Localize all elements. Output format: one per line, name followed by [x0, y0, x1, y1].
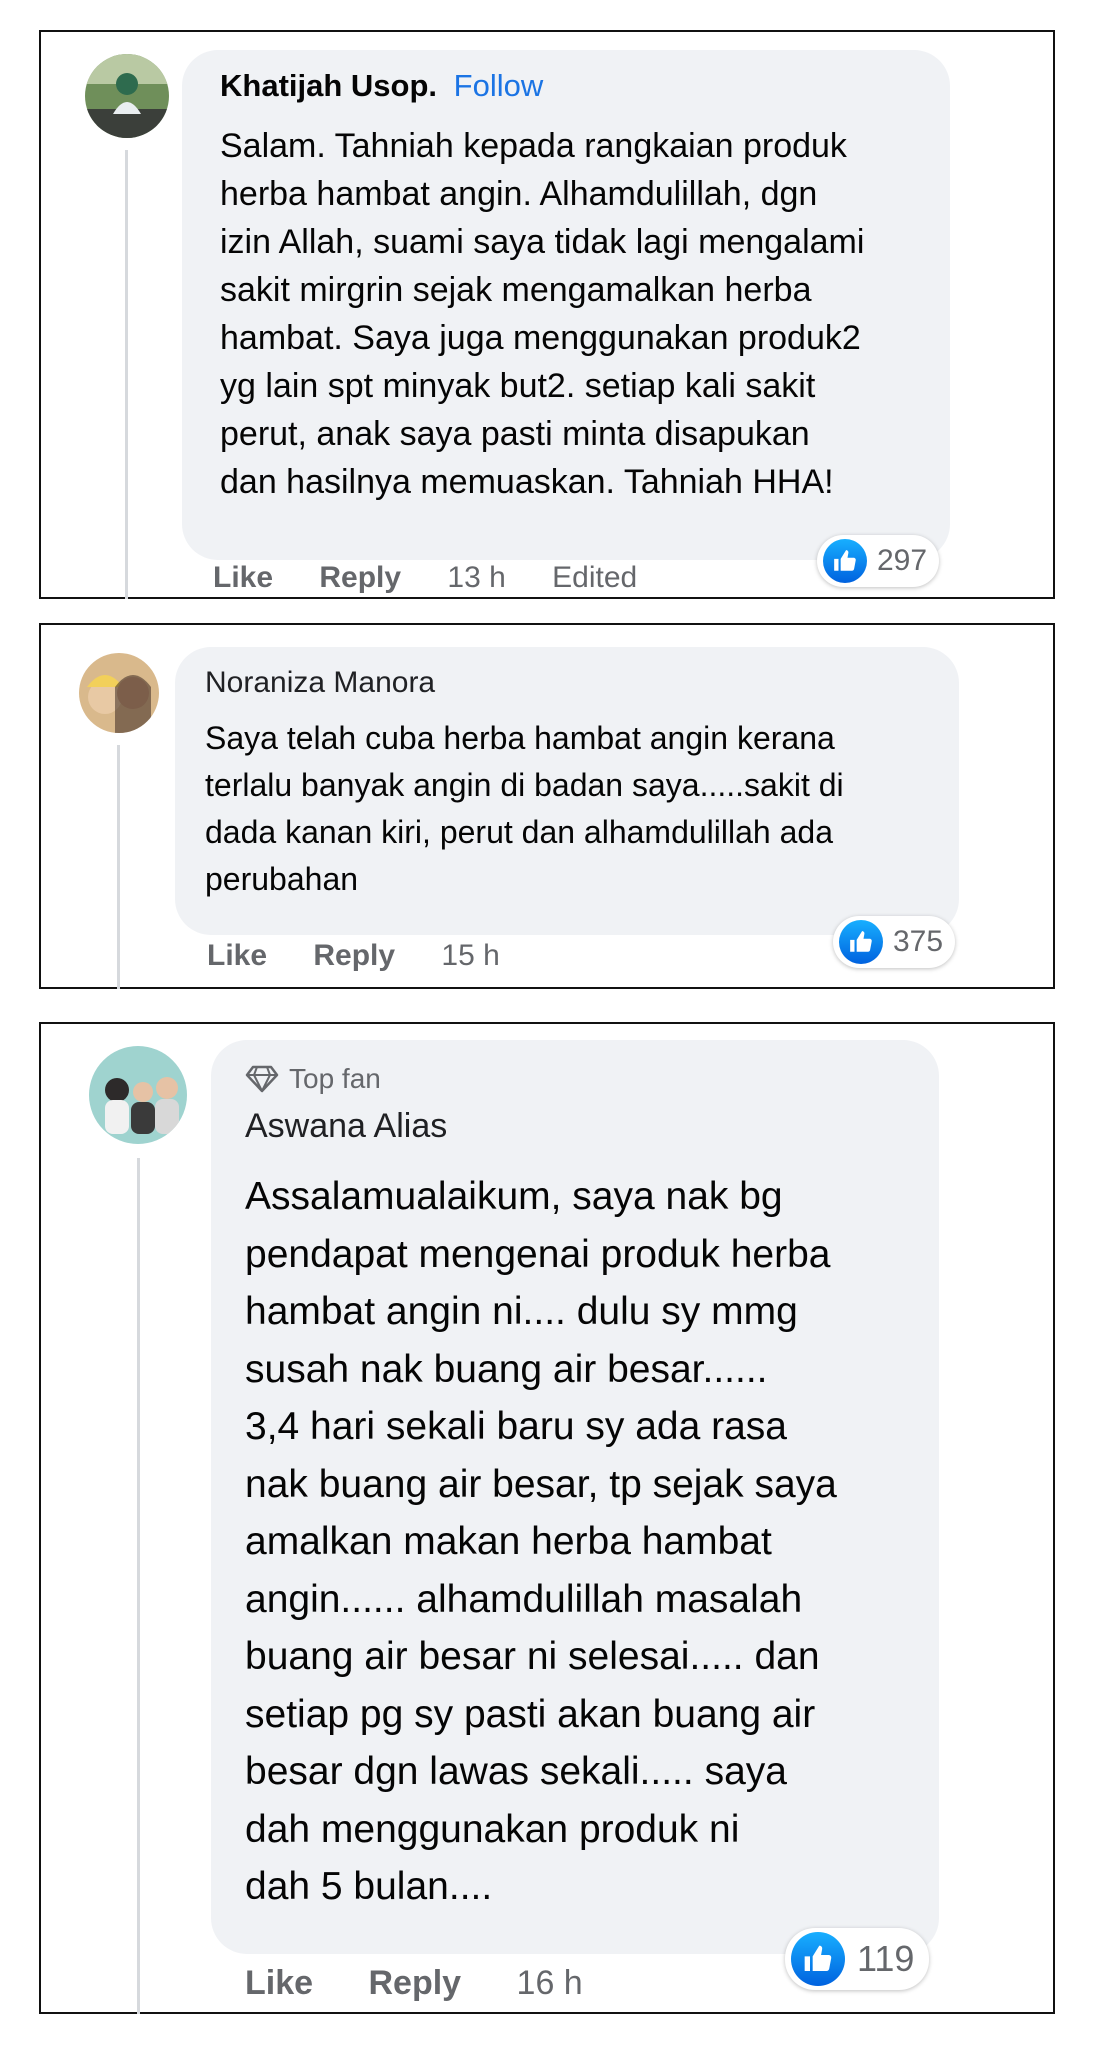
- comment-bubble: Khatijah Usop. Follow Salam. Tahniah kep…: [182, 50, 950, 560]
- avatar-photo-icon: [85, 54, 169, 138]
- reply-button[interactable]: Reply: [313, 937, 395, 975]
- diamond-icon: [245, 1065, 279, 1093]
- thumbs-up-icon: [791, 1932, 845, 1986]
- thread-line: [137, 1158, 140, 2014]
- comment-timestamp[interactable]: 16 h: [517, 1962, 583, 2004]
- comment-actions: Like Reply 16 h: [245, 1962, 583, 2004]
- comment-text: Saya telah cuba herba hambat angin keran…: [205, 720, 844, 897]
- thumbs-up-icon: [839, 920, 883, 964]
- comment-author[interactable]: Noraniza Manora: [205, 665, 929, 701]
- thread-line: [117, 745, 120, 989]
- avatar[interactable]: [89, 1046, 187, 1144]
- like-button[interactable]: Like: [245, 1962, 313, 2004]
- comment-card: Khatijah Usop. Follow Salam. Tahniah kep…: [39, 30, 1055, 599]
- avatar[interactable]: [85, 54, 169, 138]
- comment-actions: Like Reply 15 h: [207, 937, 500, 975]
- comment-author[interactable]: Khatijah Usop.: [220, 68, 437, 103]
- comment-text: Salam. Tahniah kepada rangkaian produk h…: [220, 127, 865, 501]
- avatar-photo-icon: [89, 1046, 187, 1144]
- like-button[interactable]: Like: [213, 558, 273, 598]
- comment-timestamp[interactable]: 13 h: [447, 558, 505, 598]
- thread-line: [125, 150, 128, 599]
- reaction-count-pill[interactable]: 375: [833, 916, 955, 968]
- comment-author[interactable]: Aswana Alias: [245, 1104, 905, 1148]
- reaction-count-pill[interactable]: 119: [785, 1928, 929, 1990]
- top-fan-badge[interactable]: Top fan: [245, 1062, 905, 1096]
- reaction-count: 375: [893, 925, 944, 958]
- avatar-photo-icon: [79, 653, 159, 733]
- follow-button[interactable]: Follow: [454, 68, 544, 103]
- comment-bubble: Noraniza Manora Saya telah cuba herba ha…: [175, 647, 959, 935]
- avatar[interactable]: [79, 653, 159, 733]
- reply-button[interactable]: Reply: [319, 558, 401, 598]
- reaction-count: 119: [857, 1938, 915, 1979]
- comment-text: Assalamualaikum, saya nak bg pendapat me…: [245, 1175, 837, 1908]
- reaction-count: 297: [877, 544, 928, 577]
- edited-label[interactable]: Edited: [552, 558, 637, 598]
- reaction-count-pill[interactable]: 297: [817, 535, 939, 587]
- comment-card: Top fan Aswana Alias Assalamualaikum, sa…: [39, 1022, 1055, 2014]
- like-button[interactable]: Like: [207, 937, 267, 975]
- comment-card: Noraniza Manora Saya telah cuba herba ha…: [39, 623, 1055, 989]
- badge-label: Top fan: [289, 1063, 381, 1094]
- reply-button[interactable]: Reply: [369, 1962, 462, 2004]
- thumbs-up-icon: [823, 539, 867, 583]
- comment-actions: Like Reply 13 h Edited: [213, 558, 637, 598]
- comment-bubble: Top fan Aswana Alias Assalamualaikum, sa…: [211, 1040, 939, 1954]
- comment-timestamp[interactable]: 15 h: [441, 937, 499, 975]
